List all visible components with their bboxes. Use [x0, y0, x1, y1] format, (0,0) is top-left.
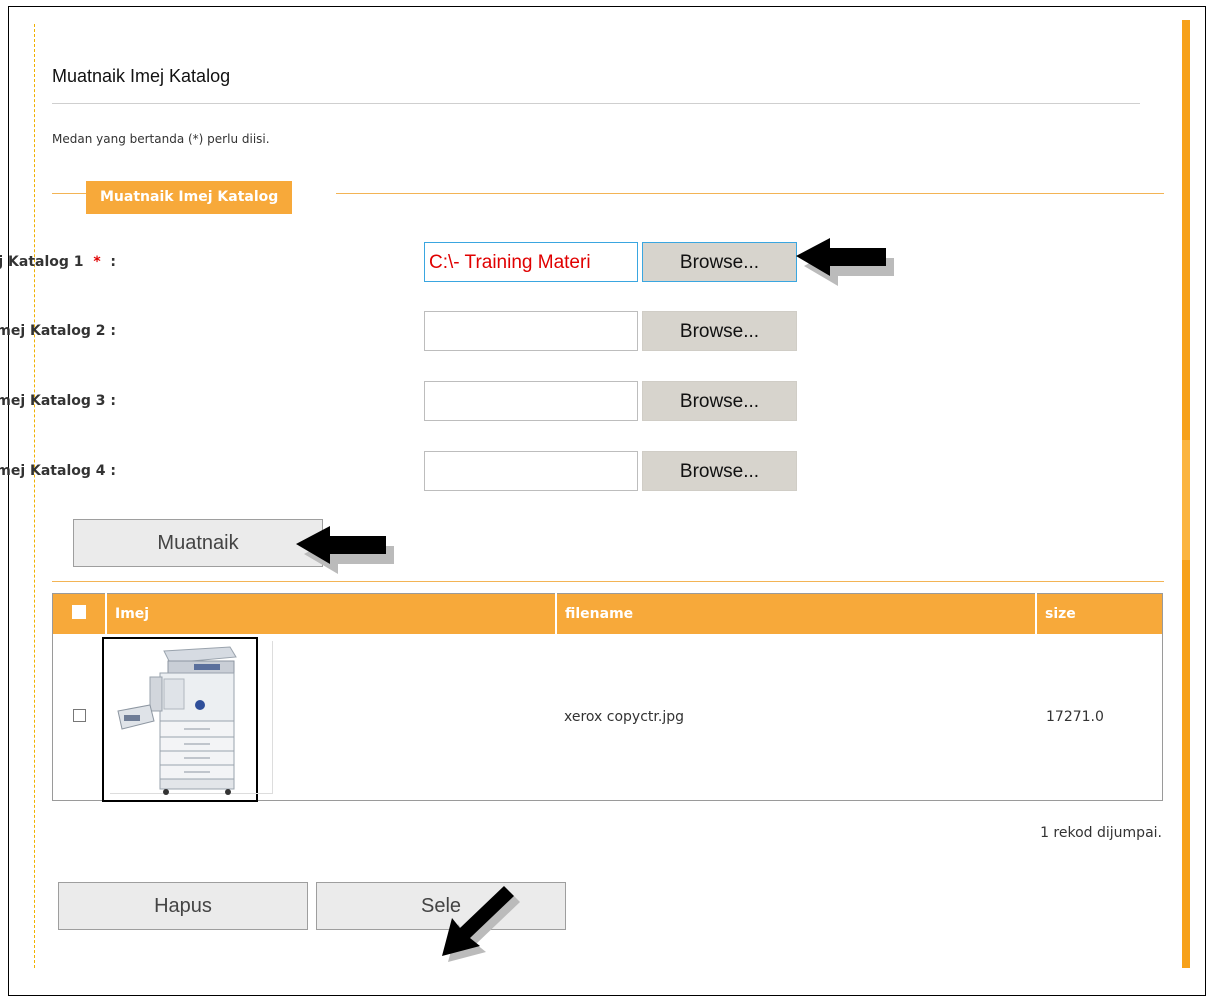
fieldset-border-left [52, 193, 86, 194]
filename-cell: xerox copyctr.jpg [564, 709, 684, 725]
pointer-arrow-icon [796, 238, 894, 286]
fieldset-legend: Muatnaik Imej Katalog [86, 181, 293, 214]
pointer-arrow-icon [296, 526, 394, 574]
catalog-image-file-input-3[interactable] [424, 381, 638, 421]
column-header-image[interactable]: Imej [106, 593, 557, 634]
size-cell: 17271.0 [1046, 709, 1104, 725]
catalog-image-label-3: Imej Katalog 3 : [0, 393, 116, 409]
row-checkbox[interactable] [73, 708, 86, 722]
delete-button[interactable]: Hapus [58, 882, 308, 930]
column-header-filename[interactable]: filename [556, 593, 1037, 634]
page-frame [8, 6, 1206, 996]
browse-button-1[interactable]: Browse... [642, 242, 797, 282]
table-header-row: Imej filename size [52, 593, 1163, 634]
records-found-text: 1 rekod dijumpai. [1040, 825, 1162, 841]
dashed-guide [34, 24, 35, 968]
catalog-image-label-1: Imej Katalog 1 * : [0, 254, 116, 270]
pointer-arrow-icon [442, 886, 520, 962]
select-all-checkbox[interactable] [72, 605, 86, 619]
row-select-cell [53, 634, 107, 801]
select-all-header [52, 593, 107, 634]
column-header-size[interactable]: size [1036, 593, 1163, 634]
required-marker: * [93, 254, 101, 270]
catalog-image-row-1: Imej Katalog 1 * : C:\- Training Materi … [0, 242, 900, 284]
catalog-image-file-input-1[interactable]: C:\- Training Materi [424, 242, 638, 282]
required-note: Medan yang bertanda (*) perlu diisi. [52, 132, 270, 146]
page-title: Muatnaik Imej Katalog [52, 66, 231, 86]
browse-button-2[interactable]: Browse... [642, 311, 797, 351]
catalog-image-row-3: Imej Katalog 3 : Browse... [0, 381, 900, 423]
scrollbar[interactable] [1182, 20, 1190, 968]
fieldset-border-right [336, 193, 1164, 194]
catalog-thumbnail[interactable] [102, 637, 273, 802]
photocopier-image [117, 646, 237, 795]
catalog-image-row-4: Imej Katalog 4 : Browse... [0, 451, 900, 493]
browse-button-3[interactable]: Browse... [642, 381, 797, 421]
fieldset-bottom-border [52, 581, 1164, 582]
catalog-image-label-4: Imej Katalog 4 : [0, 463, 116, 479]
title-divider [52, 103, 1140, 104]
catalog-image-file-input-4[interactable] [424, 451, 638, 491]
catalog-image-label-2: Imej Katalog 2 : [0, 323, 116, 339]
browse-button-4[interactable]: Browse... [642, 451, 797, 491]
catalog-image-row-2: Imej Katalog 2 : Browse... [0, 311, 900, 353]
catalog-image-file-input-2[interactable] [424, 311, 638, 351]
scrollbar-thumb[interactable] [1182, 440, 1190, 560]
